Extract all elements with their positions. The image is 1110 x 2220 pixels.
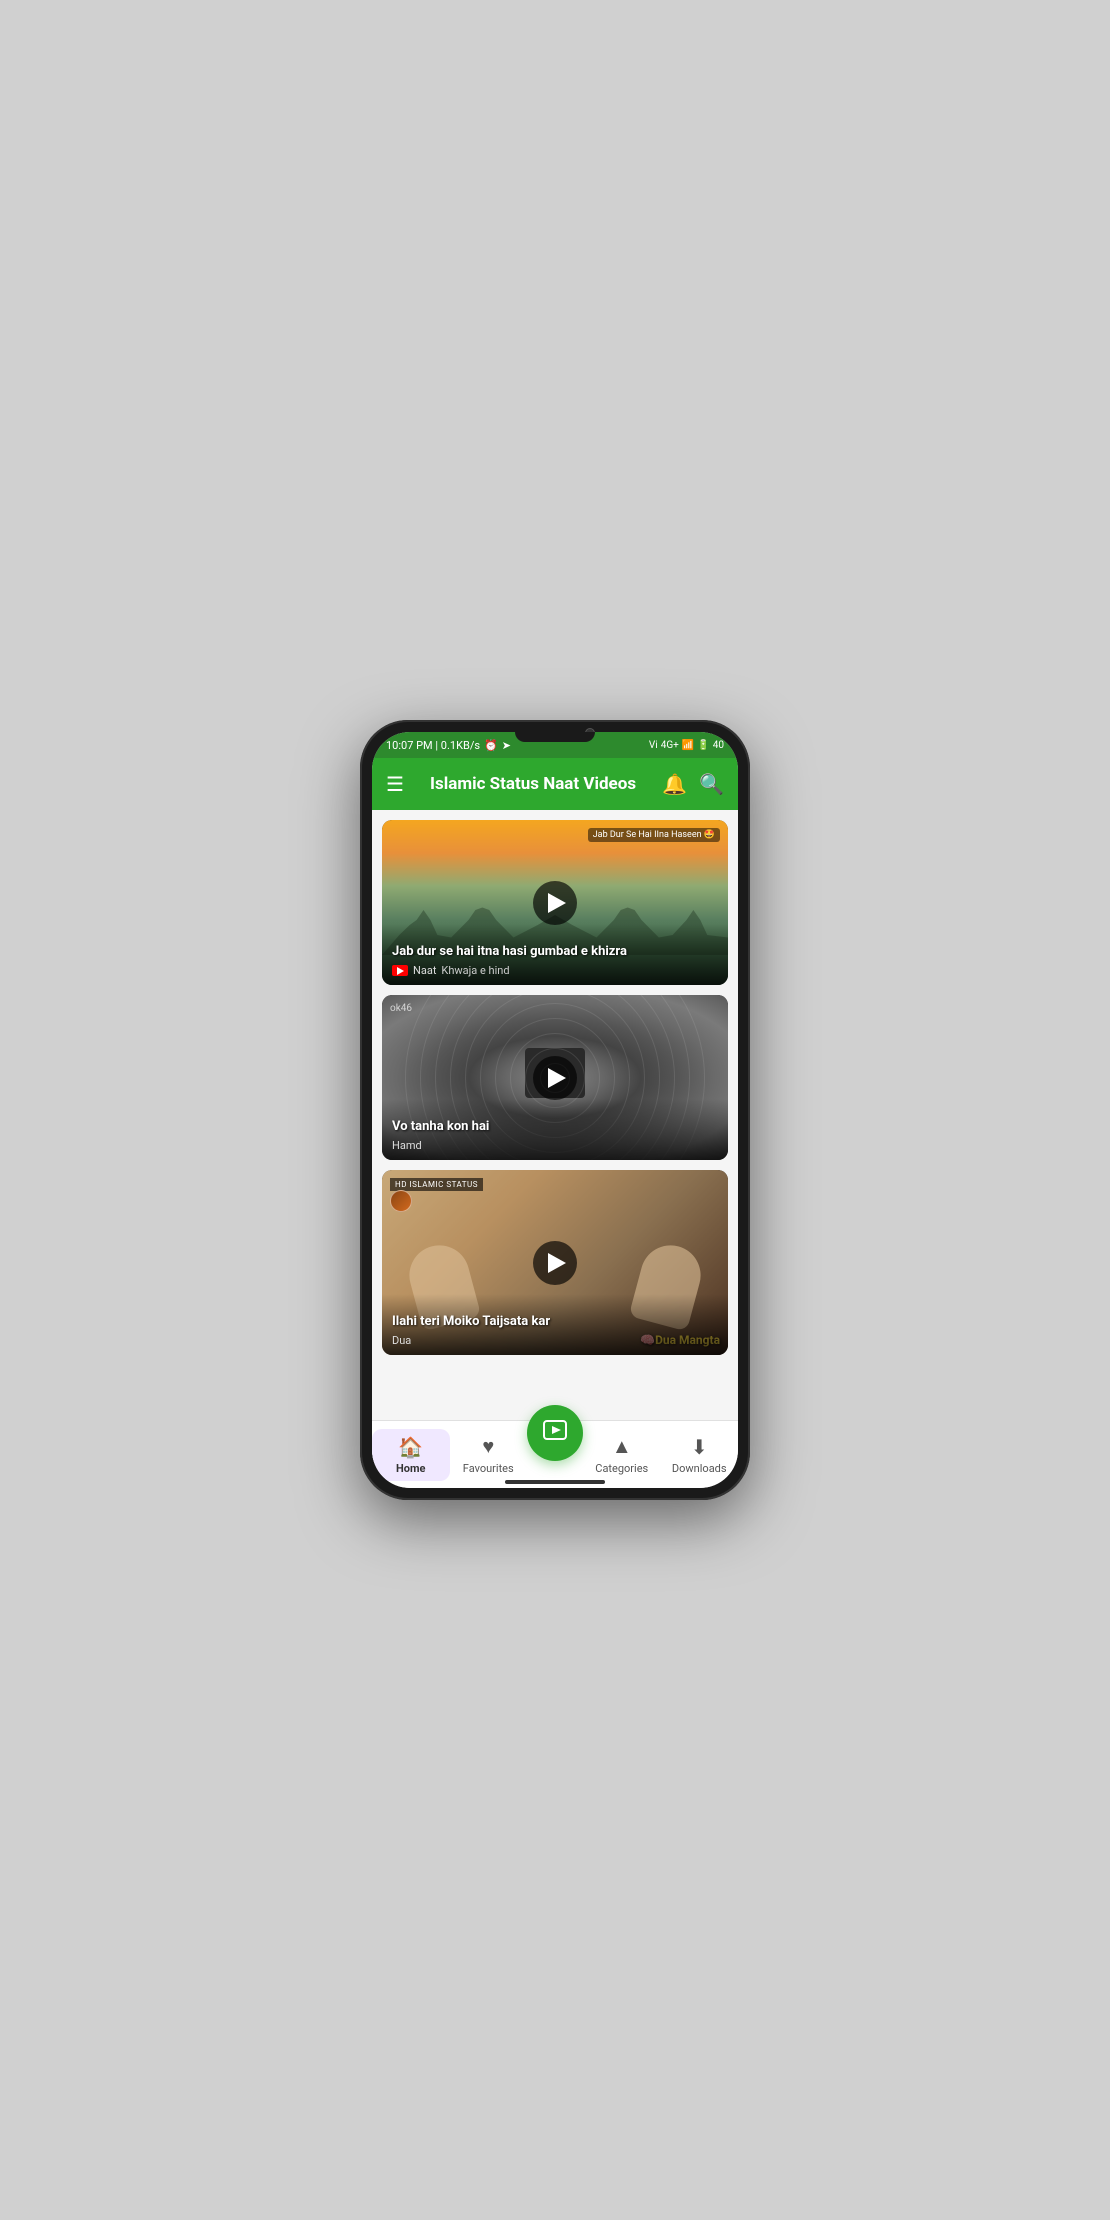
video-category-3: Dua: [392, 1334, 411, 1347]
categories-icon: ▲: [612, 1434, 632, 1459]
video-title-1: Jab dur se hai itna hasi gumbad e khizra: [392, 944, 718, 961]
video-card-1[interactable]: Jab Dur Se Hai IIna Haseen 🤩 Jab dur se …: [382, 820, 728, 985]
search-icon[interactable]: 🔍: [699, 772, 724, 796]
scroll-indicator: [505, 1480, 605, 1484]
video-card-3[interactable]: HD ISLAMIC STATUS 🧠Dua Mangta Ilahi teri…: [382, 1170, 728, 1355]
watermark-2: ok46: [390, 1003, 412, 1014]
video-info-3: Ilahi teri Moiko Taijsata kar Dua: [382, 1294, 728, 1355]
video-meta-1: Naat Khwaja e hind: [392, 964, 718, 977]
play-button-1[interactable]: [533, 881, 577, 925]
app-header: ☰ Islamic Status Naat Videos 🔔 🔍: [372, 758, 738, 810]
vi-icon: Vi: [649, 740, 658, 751]
favourites-label: Favourites: [463, 1462, 514, 1475]
video-card-2[interactable]: ok46 Vo tanha kon hai Hamd: [382, 995, 728, 1160]
video-info-2: Vo tanha kon hai Hamd: [382, 1099, 728, 1160]
video-category-2: Hamd: [392, 1139, 422, 1152]
video-title-2: Vo tanha kon hai: [392, 1119, 718, 1136]
signal-icon: 📶: [682, 740, 694, 751]
battery-icon: 🔋: [697, 740, 709, 751]
network-type: 4G+: [661, 740, 679, 751]
nav-item-favourites[interactable]: ♥ Favourites: [450, 1428, 528, 1481]
video-info-1: Jab dur se hai itna hasi gumbad e khizra…: [382, 924, 728, 985]
status-left: 10:07 PM | 0.1KB/s ⏰ ➤: [386, 739, 511, 752]
bottom-navigation: 🏠 Home ♥ Favourites ▲ Categories ⬇ Downl…: [372, 1420, 738, 1488]
downloads-icon: ⬇: [691, 1435, 708, 1459]
nav-item-home[interactable]: 🏠 Home: [372, 1429, 450, 1481]
nav-center-button[interactable]: [527, 1405, 583, 1461]
play-button-3[interactable]: [533, 1241, 577, 1285]
channel-avatar-3: [390, 1190, 412, 1212]
status-right: Vi 4G+ 📶 🔋 40: [649, 740, 724, 751]
time-display: 10:07 PM | 0.1KB/s: [386, 739, 480, 752]
video-meta-2: Hamd: [392, 1139, 718, 1152]
video-category-1: Naat: [413, 964, 436, 977]
hd-banner: HD ISLAMIC STATUS: [390, 1178, 483, 1191]
hamburger-icon[interactable]: ☰: [386, 772, 404, 796]
home-label: Home: [396, 1462, 425, 1475]
header-icons: 🔔 🔍: [662, 772, 724, 796]
main-content: Jab Dur Se Hai IIna Haseen 🤩 Jab dur se …: [372, 810, 738, 1420]
play-button-2[interactable]: [533, 1056, 577, 1100]
downloads-label: Downloads: [672, 1462, 727, 1475]
overlay-title-1: Jab Dur Se Hai IIna Haseen 🤩: [588, 828, 720, 842]
app-title: Islamic Status Naat Videos: [414, 774, 652, 794]
channel-name-1: Khwaja e hind: [441, 964, 509, 977]
notification-icon[interactable]: 🔔: [662, 772, 687, 796]
video-meta-3: Dua: [392, 1334, 718, 1347]
alarm-icon: ⏰: [484, 739, 498, 752]
nav-item-categories[interactable]: ▲ Categories: [583, 1428, 661, 1481]
favourites-icon: ♥: [482, 1434, 494, 1459]
navigation-icon: ➤: [502, 739, 511, 752]
battery-level: 40: [713, 740, 724, 751]
center-play-icon: [542, 1417, 568, 1449]
nav-item-downloads[interactable]: ⬇ Downloads: [661, 1429, 739, 1481]
home-icon: 🏠: [398, 1435, 423, 1459]
youtube-icon-1: [392, 965, 408, 976]
categories-label: Categories: [595, 1462, 648, 1475]
video-title-3: Ilahi teri Moiko Taijsata kar: [392, 1314, 718, 1331]
